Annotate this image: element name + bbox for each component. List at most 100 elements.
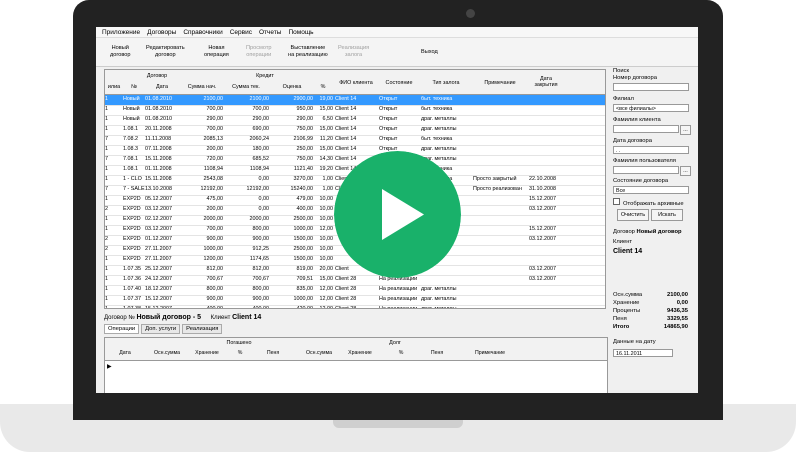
col-header[interactable]: Дата закрытия: [529, 76, 563, 88]
sell-collateral-button[interactable]: Реализация залога: [338, 45, 369, 59]
sum-value: 0,00: [676, 300, 688, 306]
operations-tabs: Операции Доп. услуги Реализация: [104, 324, 223, 334]
client-browse-button[interactable]: ...: [680, 125, 691, 135]
tab-sale[interactable]: Реализация: [182, 324, 223, 334]
col-header[interactable]: илиа: [105, 84, 123, 90]
table-cell: Client 14: [335, 136, 357, 142]
table-cell: 1,00: [322, 176, 334, 182]
operations-col-header[interactable]: Пеня: [421, 350, 453, 356]
table-cell: 1: [105, 146, 108, 152]
table-cell: 1108,94: [249, 166, 269, 172]
menu-item[interactable]: Помощь: [288, 29, 313, 36]
operations-col-header[interactable]: Хранение: [189, 350, 225, 356]
table-cell: 1.08.1: [123, 126, 138, 132]
operations-col-header[interactable]: Дата: [111, 350, 139, 356]
table-cell: 03.12.2007: [529, 266, 556, 272]
exit-button[interactable]: Выход: [421, 49, 438, 56]
contract-number-input[interactable]: [613, 83, 689, 91]
view-operation-button[interactable]: Просмотр операции: [246, 45, 272, 59]
table-cell: 12,00: [319, 226, 334, 232]
operations-col-header[interactable]: Осн.сумма: [149, 350, 185, 356]
table-cell: 1.07.37: [123, 296, 141, 302]
table-cell: 15,00: [319, 276, 334, 282]
col-header[interactable]: №: [123, 84, 145, 90]
operations-grid[interactable]: Погашено Долг Дата Осн.сумма Хранение% Пеня…: [104, 337, 608, 393]
col-header[interactable]: ФИО клиента: [335, 80, 377, 86]
operations-col-header[interactable]: Примечание: [455, 350, 525, 356]
col-header[interactable]: Примечание: [473, 80, 527, 86]
table-cell: 03.12.2007: [529, 206, 556, 212]
new-operation-button[interactable]: Новая операция: [204, 45, 229, 59]
table-cell: 15.11.2008: [145, 176, 172, 182]
table-cell: EXP2D: [123, 236, 141, 242]
clear-button[interactable]: Очистить: [617, 209, 649, 221]
col-header[interactable]: Сумма тек.: [225, 84, 267, 90]
table-cell: 1121,40: [293, 166, 313, 172]
new-contract-button[interactable]: Новый договор: [110, 45, 131, 59]
table-cell: 3270,00: [293, 176, 314, 182]
operations-col-header[interactable]: Осн.сумма: [301, 350, 337, 356]
on-date-input[interactable]: 16.11.2011: [613, 349, 673, 357]
play-video-button[interactable]: [334, 151, 461, 278]
table-cell: 912,25: [252, 246, 270, 252]
send-to-sale-button[interactable]: Выставление на реализацию: [288, 45, 328, 59]
table-cell: 720,00: [206, 156, 224, 162]
user-surname-input[interactable]: [613, 166, 679, 174]
table-cell: 700,00: [206, 226, 224, 232]
table-cell: 25.12.2007: [145, 266, 172, 272]
table-cell: 0,00: [258, 196, 270, 202]
col-header[interactable]: Тип залога: [421, 80, 471, 86]
table-cell: 2500,00: [293, 246, 314, 252]
table-cell: 1000,00: [293, 296, 314, 302]
table-cell: быт. техника: [421, 136, 453, 142]
col-header[interactable]: Оценка: [271, 84, 313, 90]
table-cell: 10,00: [319, 196, 334, 202]
table-cell: 1174,65: [249, 256, 269, 262]
operations-col-header[interactable]: %: [383, 350, 419, 356]
table-cell: 10,00: [319, 216, 334, 222]
edit-contract-button[interactable]: Редактировать договор: [146, 45, 185, 59]
table-cell: 400,00: [206, 306, 224, 309]
operations-col-header[interactable]: %: [227, 350, 253, 356]
menu-item[interactable]: Сервис: [230, 29, 252, 36]
table-cell: EXP2D: [123, 256, 141, 262]
contract-date-input[interactable]: . .: [613, 146, 689, 154]
sum-row: Пеня 3329,55: [613, 316, 688, 322]
table-cell: 13.10.2008: [145, 186, 172, 192]
operations-col-header[interactable]: Пеня: [255, 350, 291, 356]
client-surname-input[interactable]: [613, 125, 679, 133]
table-cell: Новый: [123, 106, 140, 112]
tab-extra-services[interactable]: Доп. услуги: [141, 324, 181, 334]
col-header[interactable]: %: [313, 84, 333, 90]
col-header[interactable]: Дата: [145, 84, 179, 90]
search-button[interactable]: Искать: [651, 209, 683, 221]
table-cell: 12192,00: [200, 186, 223, 192]
table-cell: Открыт: [379, 116, 398, 122]
tab-operations[interactable]: Операции: [104, 324, 140, 334]
table-cell: 20.11.2008: [145, 126, 172, 132]
table-cell: 1: [105, 126, 108, 132]
show-archived-checkbox[interactable]: [613, 198, 620, 205]
table-row[interactable]: 1 1.07.38 15.12.2007 400,00 400,00 420,00 12,0…: [105, 305, 605, 309]
operations-col-header[interactable]: Хранение: [341, 350, 379, 356]
table-cell: 07.11.2008: [145, 146, 172, 152]
menu-item[interactable]: Приложение: [102, 29, 140, 36]
col-header[interactable]: Состояние: [379, 80, 419, 86]
table-cell: Открыт: [379, 126, 398, 132]
table-cell: 15.11.2008: [145, 156, 172, 162]
table-cell: 27.11.2007: [145, 246, 172, 252]
table-cell: 1: [105, 116, 108, 122]
table-cell: На реализации: [379, 286, 418, 292]
menu-item[interactable]: Договоры: [147, 29, 176, 36]
client-prefix: Клиент: [210, 315, 231, 321]
table-cell: 400,00: [296, 206, 314, 212]
branch-select[interactable]: <все филиалы>: [613, 104, 689, 112]
col-header[interactable]: Сумма нач.: [181, 84, 223, 90]
menu-item[interactable]: Отчеты: [259, 29, 281, 36]
contract-state-select[interactable]: Все: [613, 186, 689, 194]
menu-item[interactable]: Справочники: [183, 29, 222, 36]
table-cell: 900,00: [252, 236, 270, 242]
table-cell: 2: [105, 206, 108, 212]
user-browse-button[interactable]: ...: [680, 166, 691, 176]
table-cell: Client 14: [335, 96, 357, 102]
